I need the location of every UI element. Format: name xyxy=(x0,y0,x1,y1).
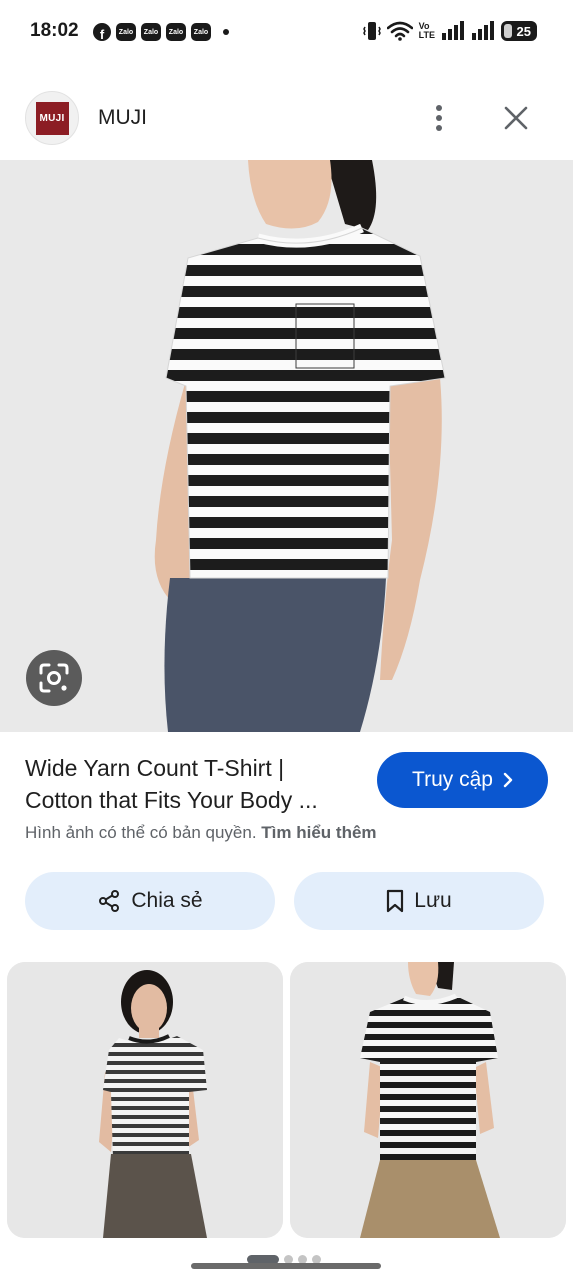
header: MUJI MUJI xyxy=(0,86,573,150)
wifi-icon xyxy=(386,21,413,41)
main-product-image[interactable] xyxy=(0,160,573,732)
share-button[interactable]: Chia sẻ xyxy=(25,872,275,930)
facebook-icon: f xyxy=(93,23,111,41)
status-bar: 18:02 f Zalo Zalo Zalo Zalo Vo LTE 25 xyxy=(0,0,573,62)
share-icon xyxy=(99,890,120,912)
close-icon xyxy=(504,106,528,130)
lens-button[interactable] xyxy=(26,650,82,706)
more-notifications-icon xyxy=(223,29,229,35)
related-photo xyxy=(7,962,283,1238)
close-button[interactable] xyxy=(496,98,536,138)
battery-icon: 25 xyxy=(501,21,537,41)
chevron-right-icon xyxy=(503,772,513,788)
product-photo xyxy=(0,160,573,732)
lte-label: LTE xyxy=(418,30,435,40)
copyright-text: Hình ảnh có thể có bản quyền. xyxy=(25,823,257,842)
signal-icon xyxy=(442,21,464,40)
brand-avatar[interactable]: MUJI xyxy=(25,91,79,145)
save-button[interactable]: Lưu xyxy=(294,872,544,930)
battery-level: 25 xyxy=(516,23,531,39)
bookmark-icon xyxy=(387,889,404,913)
result-title-line: Cotton that Fits Your Body ... xyxy=(25,787,318,813)
zalo-icon: Zalo xyxy=(166,23,186,41)
result-title-line: Wide Yarn Count T-Shirt | xyxy=(25,755,285,781)
status-time: 18:02 xyxy=(30,20,79,41)
zalo-icon: Zalo xyxy=(141,23,161,41)
related-image[interactable] xyxy=(7,962,283,1238)
zalo-icon: Zalo xyxy=(116,23,136,41)
more-vert-icon xyxy=(436,105,442,131)
volte-icon: Vo LTE xyxy=(419,22,435,40)
more-button[interactable] xyxy=(424,100,454,136)
home-indicator[interactable] xyxy=(191,1263,381,1269)
learn-more-link[interactable]: Tìm hiểu thêm xyxy=(261,823,376,842)
share-label: Chia sẻ xyxy=(131,889,203,912)
related-photo xyxy=(290,962,566,1238)
result-title[interactable]: Wide Yarn Count T-Shirt | Cotton that Fi… xyxy=(25,752,365,816)
copyright-notice: Hình ảnh có thể có bản quyền. Tìm hiểu t… xyxy=(25,823,377,843)
zalo-icon: Zalo xyxy=(191,23,211,41)
visit-label: Truy cập xyxy=(412,768,493,791)
vibrate-icon xyxy=(362,22,381,40)
save-label: Lưu xyxy=(414,889,452,912)
brand-logo: MUJI xyxy=(35,101,69,135)
system-icons: Vo LTE 25 xyxy=(362,20,537,42)
brand-name[interactable]: MUJI xyxy=(98,106,147,130)
signal-icon xyxy=(472,21,494,40)
related-image[interactable] xyxy=(290,962,566,1238)
visit-button[interactable]: Truy cập xyxy=(377,752,548,808)
notification-icons: f Zalo Zalo Zalo Zalo xyxy=(93,23,229,41)
google-lens-icon xyxy=(39,663,69,693)
